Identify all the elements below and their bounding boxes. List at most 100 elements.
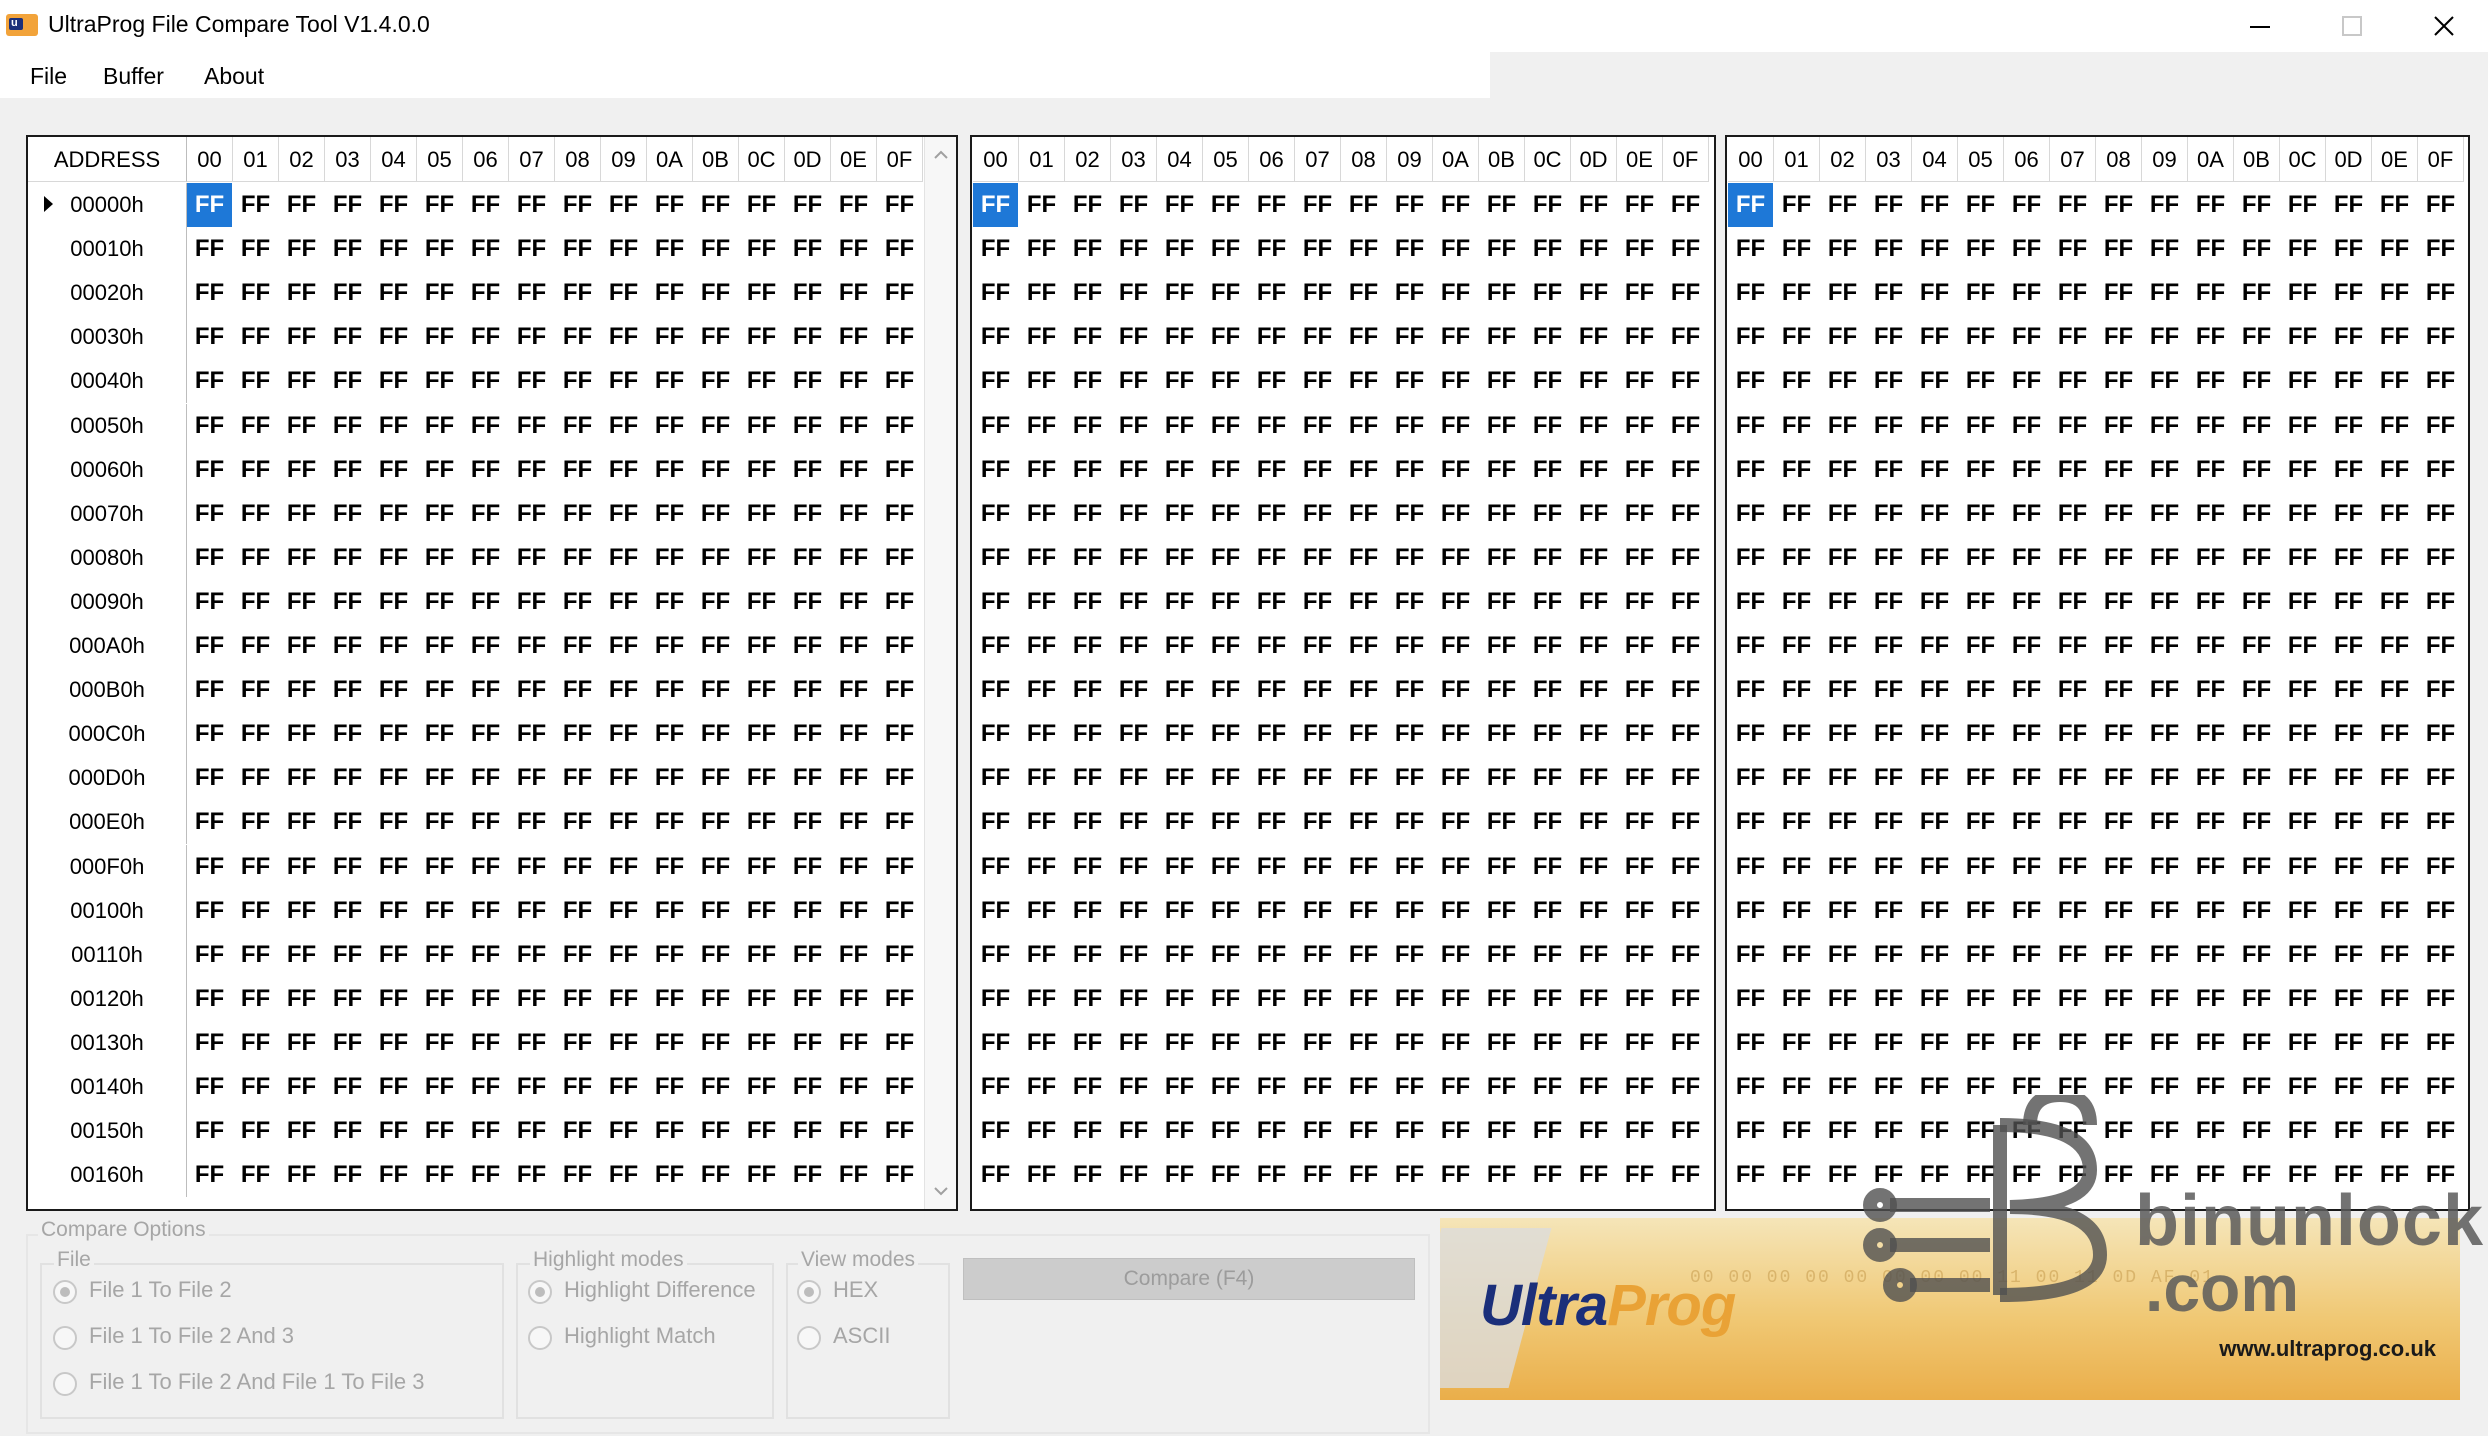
hex-cell[interactable]: FF [463,977,508,1021]
hex-cell[interactable]: FF [1249,448,1294,492]
hex-cell[interactable]: FF [1525,712,1570,756]
hex-cell[interactable]: FF [1157,315,1202,359]
hex-cell[interactable]: FF [1387,448,1432,492]
hex-cell[interactable]: FF [1774,315,1819,359]
hex-cell[interactable]: FF [1065,1065,1110,1109]
hex-cell[interactable]: FF [1774,933,1819,977]
hex-cell[interactable]: FF [1479,315,1524,359]
hex-cell[interactable]: FF [1820,536,1865,580]
hex-cell[interactable]: FF [1157,404,1202,448]
hex-cell[interactable]: FF [2188,183,2233,227]
hex-cell[interactable]: FF [2326,359,2371,403]
hex-cell[interactable]: FF [555,1153,600,1197]
hex-cell[interactable]: FF [233,359,278,403]
hex-cell[interactable]: FF [1295,359,1340,403]
hex-cell[interactable]: FF [325,271,370,315]
hex-cell[interactable]: FF [1617,359,1662,403]
hex-cell[interactable]: FF [1295,800,1340,844]
hex-cell[interactable]: FF [1479,1109,1524,1153]
hex-cell[interactable]: FF [2188,536,2233,580]
hex-cell[interactable]: FF [1295,1109,1340,1153]
hex-cell[interactable]: FF [1387,183,1432,227]
hex-cell[interactable]: FF [1479,536,1524,580]
hex-cell[interactable]: FF [877,933,922,977]
hex-cell[interactable]: FF [279,712,324,756]
hex-cell[interactable]: FF [1341,889,1386,933]
hex-cell[interactable]: FF [463,889,508,933]
hex-cell[interactable]: FF [693,580,738,624]
hex-cell[interactable]: FF [973,1065,1018,1109]
hex-cell[interactable]: FF [2004,977,2049,1021]
hex-cell[interactable]: FF [2280,359,2325,403]
hex-cell[interactable]: FF [1065,800,1110,844]
hex-cell[interactable]: FF [647,183,692,227]
hex-cell[interactable]: FF [1479,1065,1524,1109]
hex-cell[interactable]: FF [1571,668,1616,712]
hex-cell[interactable]: FF [2050,536,2095,580]
hex-cell[interactable]: FF [187,359,232,403]
hex-cell[interactable]: FF [417,668,462,712]
hex-cell[interactable]: FF [509,492,554,536]
hex-cell[interactable]: FF [2234,315,2279,359]
hex-cell[interactable]: FF [509,315,554,359]
hex-cell[interactable]: FF [1249,800,1294,844]
hex-cell[interactable]: FF [2234,756,2279,800]
hex-cell[interactable]: FF [1525,359,1570,403]
hex-cell[interactable]: FF [1019,227,1064,271]
hex-cell[interactable]: FF [1065,668,1110,712]
hex-cell[interactable]: FF [233,800,278,844]
hex-cell[interactable]: FF [1249,404,1294,448]
hex-cell[interactable]: FF [1387,315,1432,359]
hex-cell[interactable]: FF [1479,756,1524,800]
hex-cell[interactable]: FF [1065,712,1110,756]
hex-cell[interactable]: FF [1728,580,1773,624]
hex-cell[interactable]: FF [417,1109,462,1153]
hex-cell[interactable]: FF [279,933,324,977]
hex-grid-file-3[interactable]: 00 01 02 03 04 05 06 07 08 09 0A 0B 0C 0D 0E 0F FF FF FF F… [1725,135,2470,1211]
hex-cell[interactable]: FF [1728,1065,1773,1109]
hex-cell[interactable]: FF [831,536,876,580]
hex-cell[interactable]: FF [785,404,830,448]
hex-cell[interactable]: FF [2280,271,2325,315]
hex-cell[interactable]: FF [2326,183,2371,227]
hex-cell[interactable]: FF [1571,977,1616,1021]
hex-cell[interactable]: FF [1065,977,1110,1021]
hex-cell[interactable]: FF [325,1109,370,1153]
hex-cell[interactable]: FF [2326,1021,2371,1065]
hex-cell[interactable]: FF [1820,668,1865,712]
hex-cell[interactable]: FF [785,712,830,756]
hex-cell[interactable]: FF [693,889,738,933]
hex-cell[interactable]: FF [1387,580,1432,624]
hex-cell[interactable]: FF [877,404,922,448]
hex-cell[interactable]: FF [647,227,692,271]
hex-cell[interactable]: FF [2418,624,2463,668]
hex-cell[interactable]: FF [1912,359,1957,403]
hex-cell[interactable]: FF [371,1021,416,1065]
hex-cell[interactable]: FF [371,668,416,712]
hex-cell[interactable]: FF [739,448,784,492]
hex-cell[interactable]: FF [2188,845,2233,889]
hex-cell[interactable]: FF [463,492,508,536]
hex-cell[interactable]: FF [1019,624,1064,668]
hex-cell[interactable]: FF [1912,448,1957,492]
hex-cell[interactable]: FF [463,933,508,977]
hex-cell[interactable]: FF [1203,756,1248,800]
hex-cell[interactable]: FF [1157,1109,1202,1153]
hex-cell[interactable]: FF [1157,889,1202,933]
hex-cell[interactable]: FF [1019,404,1064,448]
hex-cell[interactable]: FF [1571,271,1616,315]
hex-cell[interactable]: FF [279,1021,324,1065]
hex-cell[interactable]: FF [1571,845,1616,889]
hex-cell[interactable]: FF [325,624,370,668]
hex-cell[interactable]: FF [1774,536,1819,580]
hex-cell[interactable]: FF [1203,624,1248,668]
hex-cell[interactable]: FF [1728,1021,1773,1065]
hex-cell[interactable]: FF [187,889,232,933]
hex-cell[interactable]: FF [187,448,232,492]
hex-cell[interactable]: FF [1728,492,1773,536]
hex-cell[interactable]: FF [1525,580,1570,624]
hex-cell[interactable]: FF [739,845,784,889]
hex-cell[interactable]: FF [1958,359,2003,403]
hex-cell[interactable]: FF [1774,271,1819,315]
hex-cell[interactable]: FF [1912,580,1957,624]
